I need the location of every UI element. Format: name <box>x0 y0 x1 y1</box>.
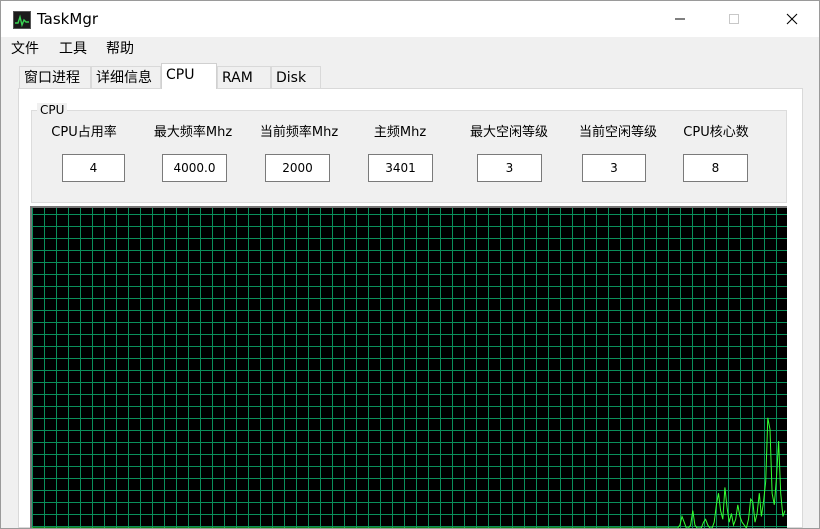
current-frequency-field[interactable] <box>265 154 330 182</box>
max-frequency-label: 最大频率Mhz <box>153 125 233 140</box>
menu-bar: 文件 工具 帮助 <box>1 37 819 61</box>
cpu-group-title: CPU <box>37 103 68 117</box>
tab-ram[interactable]: RAM <box>217 66 271 88</box>
base-frequency-field[interactable] <box>368 154 433 182</box>
menu-tools[interactable]: 工具 <box>59 40 87 58</box>
tab-disk[interactable]: Disk <box>271 66 321 88</box>
menu-file[interactable]: 文件 <box>11 40 39 58</box>
taskmgr-window: TaskMgr 文件 工具 帮助 窗口进程 详细信息 CPU RAM Disk <box>0 0 820 529</box>
title-bar[interactable]: TaskMgr <box>1 1 819 37</box>
base-frequency-label: 主频Mhz <box>373 125 427 140</box>
current-idle-level-field[interactable] <box>582 154 646 182</box>
current-frequency-label: 当前频率Mhz <box>259 125 339 140</box>
graph-background <box>32 208 787 528</box>
cpu-usage-graph <box>30 206 787 528</box>
tab-window-processes[interactable]: 窗口进程 <box>19 66 91 88</box>
max-frequency-field[interactable] <box>162 154 227 182</box>
tab-details[interactable]: 详细信息 <box>91 66 161 88</box>
cpu-usage-field[interactable] <box>62 154 125 182</box>
current-idle-level-label: 当前空闲等级 <box>578 125 657 140</box>
window-title: TaskMgr <box>37 10 99 28</box>
maximize-button[interactable] <box>711 1 757 37</box>
close-button[interactable] <box>769 1 815 37</box>
menu-help[interactable]: 帮助 <box>106 40 134 58</box>
minimize-icon <box>675 18 685 20</box>
maximize-icon <box>729 14 739 24</box>
max-idle-level-label: 最大空闲等级 <box>469 125 548 140</box>
cpu-usage-graph-canvas <box>32 208 787 528</box>
cpu-core-count-label: CPU核心数 <box>683 125 749 140</box>
max-idle-level-field[interactable] <box>477 154 542 182</box>
minimize-button[interactable] <box>657 1 703 37</box>
cpu-core-count-field[interactable] <box>683 154 748 182</box>
cpu-usage-label: CPU占用率 <box>51 125 117 140</box>
tab-strip: 窗口进程 详细信息 CPU RAM Disk <box>1 61 819 89</box>
tab-cpu[interactable]: CPU <box>161 63 217 89</box>
task-manager-icon <box>13 11 31 29</box>
close-icon <box>786 13 798 25</box>
